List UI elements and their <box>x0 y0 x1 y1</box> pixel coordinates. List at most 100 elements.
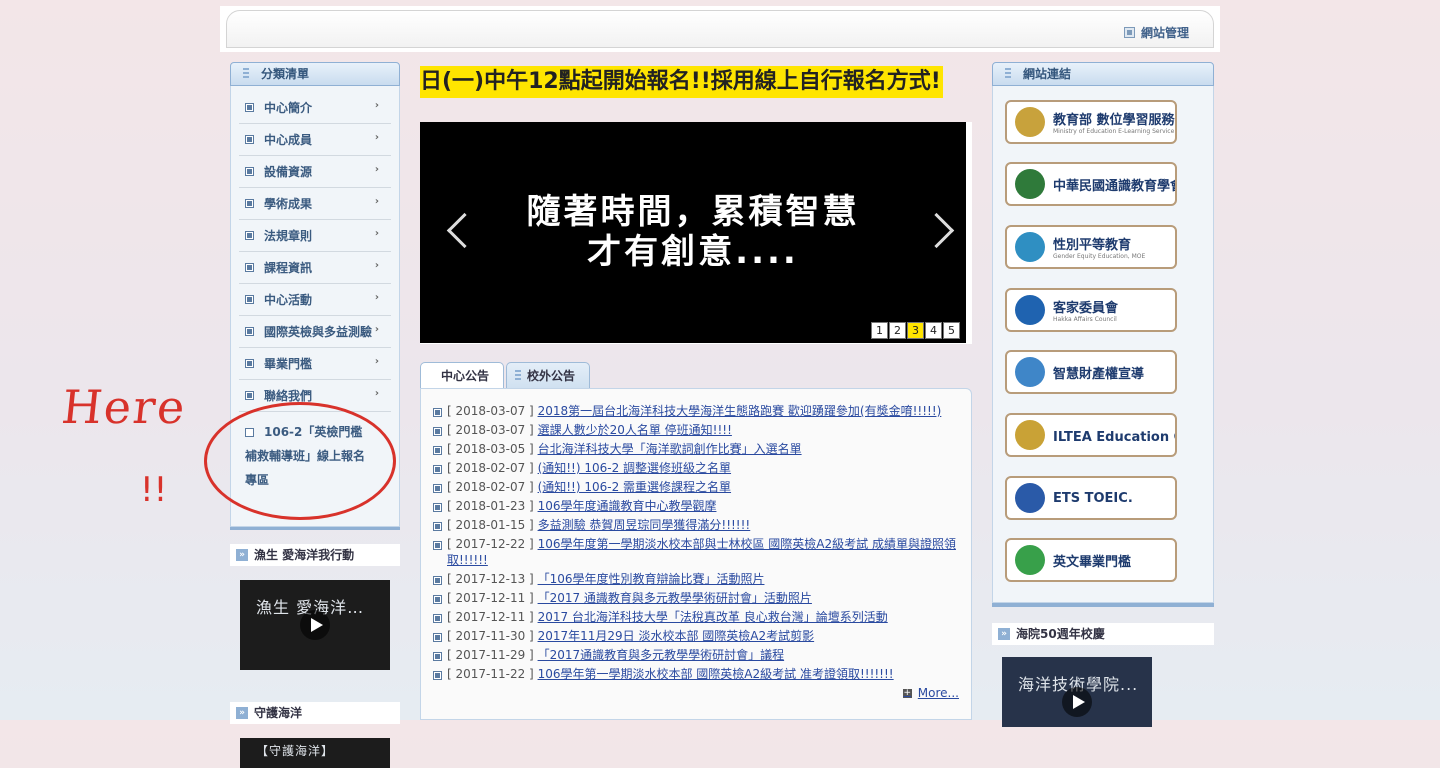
square-bullet-icon <box>245 391 254 400</box>
announcement-date: [ 2017-11-29 ] <box>447 648 534 662</box>
site-link-label: 中華民國通識教育學會 <box>1053 178 1177 194</box>
menu-item-courses[interactable]: 課程資訊 › <box>239 252 391 284</box>
site-link-label: ILTEA Education Group 國際英檢 <box>1053 429 1175 445</box>
tab-external-announcements[interactable]: 校外公告 <box>506 362 591 389</box>
menu-item-members[interactable]: 中心成員 › <box>239 124 391 156</box>
section-title: 守護海洋 <box>254 706 303 720</box>
menu-item-center-intro[interactable]: 中心簡介 › <box>239 92 391 124</box>
site-link-4[interactable]: 客家委員會 Hakka Affairs Council <box>1005 288 1177 332</box>
announcement-date: [ 2018-03-07 ] <box>447 423 534 437</box>
announcement-link[interactable]: 106學年度通識教育中心教學觀摩 <box>538 499 717 513</box>
chevron-right-icon: › <box>374 132 379 143</box>
grip-icon <box>243 68 249 80</box>
pager-page-3[interactable]: 3 <box>907 322 924 339</box>
square-bullet-icon <box>245 327 254 336</box>
announcement-link[interactable]: 2017年11月29日 淡水校本部 國際英檢A2考試剪影 <box>538 629 815 643</box>
square-bullet-icon <box>433 576 442 585</box>
site-link-2[interactable]: 中華民國通識教育學會 <box>1005 162 1177 206</box>
announcement-link[interactable]: 「2017通識教育與多元教學學術研討會」議程 <box>538 648 785 662</box>
announcement-link[interactable]: (通知!!) 106-2 調整選修班級之名單 <box>538 461 731 475</box>
category-menu-header: 分類清單 <box>230 62 400 86</box>
carousel-line-1: 隨著時間，累積智慧 <box>526 192 860 232</box>
category-menu-title: 分類清單 <box>261 67 310 81</box>
tumt-icon <box>1015 545 1045 575</box>
video-thumbnail-guard-ocean[interactable]: 【守護海洋】 <box>240 738 390 768</box>
square-bullet-icon <box>433 427 442 436</box>
announcement-link[interactable]: 2018第一屆台北海洋科技大學海洋生態路跑賽 歡迎踴躍參加(有獎金唷!!!!!) <box>538 404 942 418</box>
site-link-text: 客家委員會 Hakka Affairs Council <box>1053 297 1118 323</box>
announcement-link[interactable]: 選課人數少於20人名單 停班通知!!!! <box>538 423 732 437</box>
site-admin-link[interactable]: 網站管理 <box>1123 24 1189 41</box>
square-bullet-icon <box>1123 27 1135 38</box>
announcement-date: [ 2017-12-22 ] <box>447 537 534 551</box>
site-link-7[interactable]: ETS TOEIC. <box>1005 476 1177 520</box>
square-bullet-icon <box>433 614 442 623</box>
general-education-icon <box>1015 169 1045 199</box>
site-admin-label: 網站管理 <box>1140 26 1189 40</box>
announcement-item: [ 2018-03-05 ] 台北海洋科技大學「海洋歌詞創作比賽」入選名單 <box>433 441 963 457</box>
menu-item-label: 畢業門檻 <box>264 357 313 371</box>
chevron-right-icon: › <box>374 100 379 111</box>
announcement-item: [ 2017-12-13 ] 「106學年度性別教育辯論比賽」活動照片 <box>433 571 963 587</box>
carousel-prev-button[interactable] <box>446 212 483 249</box>
announcement-link[interactable]: 台北海洋科技大學「海洋歌詞創作比賽」入選名單 <box>538 442 802 456</box>
pager-page-1[interactable]: 1 <box>871 322 888 339</box>
video-thumbnail-anniversary[interactable]: 海洋技術學院... <box>1002 657 1152 727</box>
annotation-circle <box>204 402 396 520</box>
top-bar-frame: 網站管理 <box>226 10 1214 48</box>
pager-page-4[interactable]: 4 <box>925 322 942 339</box>
more-link[interactable]: + More... <box>902 686 959 700</box>
menu-item-regulations[interactable]: 法規章則 › <box>239 220 391 252</box>
video-title: 【守護海洋】 <box>256 744 335 758</box>
carousel-next-button[interactable] <box>918 212 955 249</box>
announcement-date: [ 2017-11-30 ] <box>447 629 534 643</box>
site-links-header: 網站連結 <box>992 62 1214 86</box>
ip-head-icon <box>1015 357 1045 387</box>
site-link-label: 客家委員會 <box>1053 301 1119 316</box>
chevron-right-icon: › <box>374 388 379 399</box>
double-chevron-icon: » <box>998 628 1010 640</box>
square-bullet-icon <box>433 633 442 642</box>
announcement-link[interactable]: (通知!!) 106-2 需重選修課程之名單 <box>538 480 731 494</box>
announcement-link[interactable]: 2017 台北海洋科技大學「法稅真改革 良心救台灣」論壇系列活動 <box>538 610 888 624</box>
square-bullet-icon <box>245 359 254 368</box>
square-bullet-icon <box>245 231 254 240</box>
more-label: More... <box>917 686 959 700</box>
announcement-link[interactable]: 「106學年度性別教育辯論比賽」活動照片 <box>538 572 765 586</box>
pager-page-5[interactable]: 5 <box>943 322 960 339</box>
site-link-label: 智慧財產權宣導 <box>1053 366 1145 382</box>
announcement-link[interactable]: 106學年第一學期淡水校本部 國際英檢A2級考試 准考證領取!!!!!!! <box>538 667 894 681</box>
tab-label: 校外公告 <box>527 369 576 383</box>
square-bullet-icon <box>433 503 442 512</box>
site-link-label: ETS TOEIC. <box>1053 490 1133 506</box>
square-bullet-icon <box>433 522 442 531</box>
announcement-link[interactable]: 「2017 通識教育與多元教學學術研討會」活動照片 <box>538 591 812 605</box>
hakka-icon <box>1015 295 1045 325</box>
menu-item-facilities[interactable]: 設備資源 › <box>239 156 391 188</box>
anniversary-section-header: » 海院50週年校慶 <box>992 623 1214 645</box>
site-link-text: ILTEA Education Group 國際英檢 <box>1053 426 1175 445</box>
menu-item-achievements[interactable]: 學術成果 › <box>239 188 391 220</box>
menu-item-english-tests[interactable]: 國際英檢與多益測驗 › <box>239 316 391 348</box>
square-bullet-icon <box>433 541 442 550</box>
pager-page-2[interactable]: 2 <box>889 322 906 339</box>
square-bullet-icon <box>245 103 254 112</box>
announcement-date: [ 2018-03-05 ] <box>447 442 534 456</box>
site-link-5[interactable]: 智慧財產權宣導 <box>1005 350 1177 394</box>
announcement-item: [ 2017-12-22 ] 106學年度第一學期淡水校本部與士林校區 國際英檢… <box>433 536 963 568</box>
carousel-slide[interactable]: 隨著時間，累積智慧 才有創意.... 1 2 3 4 5 <box>420 122 966 343</box>
site-link-8[interactable]: 英文畢業門檻 <box>1005 538 1177 582</box>
site-link-1[interactable]: 教育部 數位學習服務平台Ministry of Education E-Lear… <box>1005 100 1177 144</box>
menu-item-activities[interactable]: 中心活動 › <box>239 284 391 316</box>
video-thumbnail-ocean-action[interactable]: 漁生 愛海洋… <box>240 580 390 670</box>
announcement-item: [ 2017-11-29 ] 「2017通識教育與多元教學學術研討會」議程 <box>433 647 963 663</box>
plus-icon: + <box>902 687 912 698</box>
announcement-date: [ 2017-12-11 ] <box>447 610 534 624</box>
double-chevron-icon: » <box>236 707 248 719</box>
announcement-link[interactable]: 多益測驗 恭賀周昱琮同學獲得滿分!!!!!! <box>538 518 751 532</box>
tab-center-announcements[interactable]: 中心公告 <box>420 362 505 389</box>
site-link-3[interactable]: 性別平等教育 Gender Equity Education, MOE <box>1005 225 1177 269</box>
site-link-6[interactable]: ILTEA Education Group 國際英檢 <box>1005 413 1177 457</box>
menu-item-graduation[interactable]: 畢業門檻 › <box>239 348 391 380</box>
menu-item-label: 課程資訊 <box>264 261 313 275</box>
